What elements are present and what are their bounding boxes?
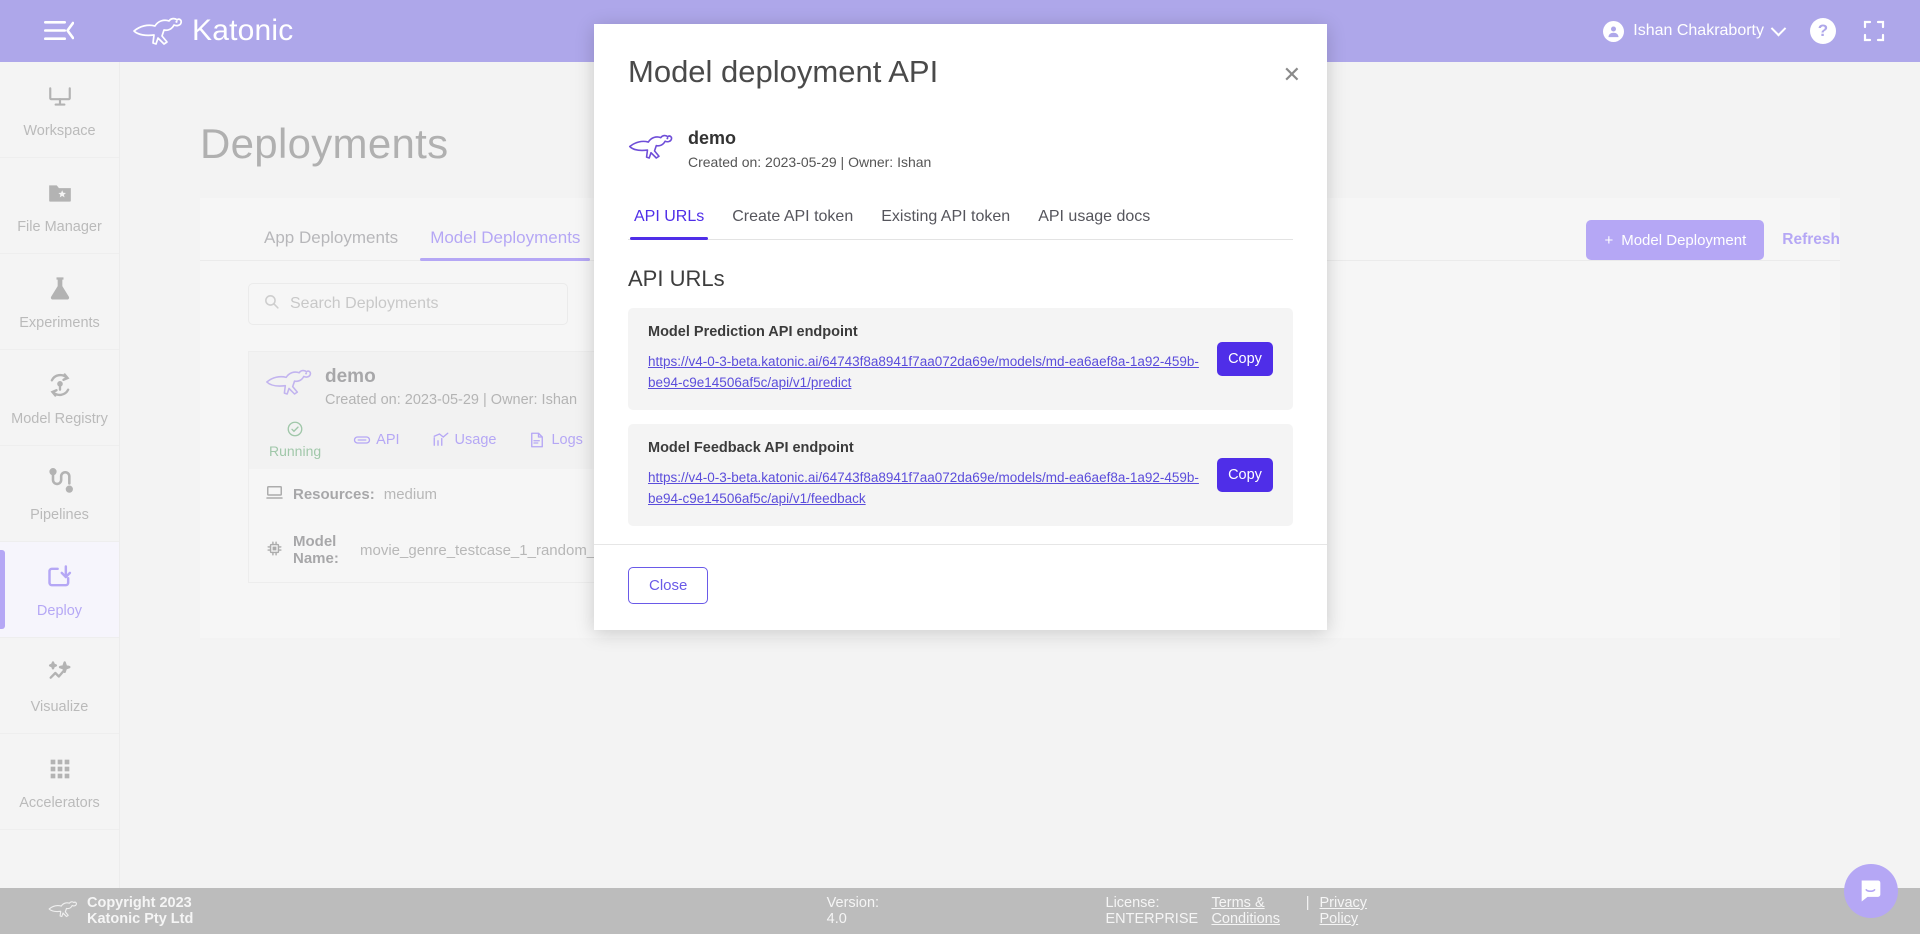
prediction-endpoint-info: Model Prediction API endpoint https://v4… [648, 324, 1201, 394]
close-button[interactable]: Close [628, 566, 709, 604]
model-deployment-api-modal: Model deployment API ✕ demo Created on: … [594, 24, 1327, 630]
modal-model-name: demo [688, 128, 737, 148]
modal-tab-existing-api-token[interactable]: Existing API token [867, 200, 1024, 239]
copy-prediction-url-button[interactable]: Copy [1217, 341, 1273, 376]
modal-title: Model deployment API [628, 54, 939, 89]
modal-tab-api-usage-docs[interactable]: API usage docs [1024, 200, 1164, 239]
prediction-endpoint-label: Model Prediction API endpoint [648, 324, 858, 340]
feedback-endpoint-info: Model Feedback API endpoint https://v4-0… [648, 440, 1201, 510]
prediction-endpoint-url[interactable]: https://v4-0-3-beta.katonic.ai/64743f8a8… [648, 352, 1201, 394]
app-root: Katonic Ishan Chakraborty ? [0, 0, 1920, 934]
modal-header: Model deployment API ✕ [594, 24, 1327, 90]
modal-body: demo Created on: 2023-05-29 | Owner: Ish… [594, 128, 1327, 526]
feedback-endpoint-label: Model Feedback API endpoint [648, 439, 854, 456]
feedback-endpoint-url[interactable]: https://v4-0-3-beta.katonic.ai/64743f8a8… [648, 468, 1201, 510]
modal-tab-create-api-token[interactable]: Create API token [718, 200, 867, 239]
prediction-endpoint-card: Model Prediction API endpoint https://v4… [628, 308, 1293, 410]
api-urls-section-title: API URLs [628, 266, 725, 291]
kangaroo-logo-icon [628, 131, 674, 167]
copy-feedback-url-button[interactable]: Copy [1217, 457, 1273, 492]
modal-model-meta: Created on: 2023-05-29 | Owner: Ishan [688, 154, 932, 170]
modal-footer: Close [594, 543, 1327, 630]
modal-tabs: API URLs Create API token Existing API t… [628, 200, 1293, 240]
modal-model-header: demo Created on: 2023-05-29 | Owner: Ish… [628, 128, 1293, 170]
modal-tab-api-urls[interactable]: API URLs [628, 200, 718, 240]
feedback-endpoint-card: Model Feedback API endpoint https://v4-0… [628, 423, 1293, 526]
close-icon[interactable]: ✕ [1283, 64, 1301, 86]
